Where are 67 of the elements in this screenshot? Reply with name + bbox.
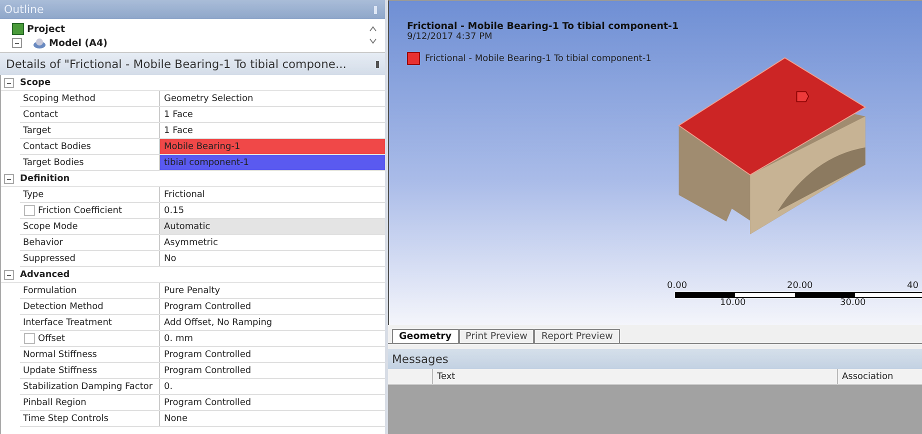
property-value-cell[interactable]: Add Offset, No Ramping	[160, 315, 385, 330]
property-value-cell[interactable]: Pure Penalty	[160, 283, 385, 298]
group-header: Scope	[20, 78, 51, 88]
outline-title-bar: Outline	[0, 0, 385, 19]
messages-title-bar: Messages	[388, 349, 922, 369]
property-name-cell: Contact	[20, 107, 160, 122]
viewport-date: 9/12/2017 4:37 PM	[407, 32, 494, 42]
property-name-cell: Detection Method	[20, 299, 160, 314]
group-header: Definition	[20, 174, 70, 184]
property-name-cell: Scoping Method	[20, 91, 160, 106]
property-name-cell: Suppressed	[20, 251, 160, 266]
property-value-cell[interactable]: Program Controlled	[160, 299, 385, 314]
model-icon	[33, 38, 46, 48]
project-icon	[12, 23, 24, 35]
property-value-cell[interactable]: None	[160, 411, 385, 426]
tree-item[interactable]: Model (A4)	[49, 38, 108, 48]
property-value-cell[interactable]: Frictional	[160, 187, 385, 202]
property-value-cell[interactable]: 0. mm	[160, 331, 385, 346]
property-name-cell: Interface Treatment	[20, 315, 160, 330]
view-tab[interactable]: Report Preview	[534, 329, 620, 343]
property-value-cell[interactable]: Automatic	[160, 219, 385, 234]
pin-icon[interactable]	[376, 60, 379, 68]
group-header: Advanced	[20, 270, 70, 280]
property-value-cell[interactable]: Mobile Bearing-1	[160, 139, 385, 154]
scale-label: 40	[907, 281, 918, 291]
scale-label: 30.00	[840, 298, 866, 308]
property-value-cell[interactable]: No	[160, 251, 385, 266]
scale-label: 10.00	[720, 298, 746, 308]
property-value-cell[interactable]: Program Controlled	[160, 363, 385, 378]
property-name-cell: Type	[20, 187, 160, 202]
collapse-icon[interactable]	[4, 78, 14, 88]
column-header[interactable]: Text	[433, 369, 838, 384]
parameter-checkbox[interactable]	[24, 333, 35, 344]
property-name-cell: Normal Stiffness	[20, 347, 160, 362]
property-name-cell: Pinball Region	[20, 395, 160, 410]
property-value-cell[interactable]: 0.15	[160, 203, 385, 218]
scroll-arrows-icon[interactable]	[369, 24, 377, 46]
collapse-icon[interactable]	[4, 270, 14, 280]
details-title: Details of "Frictional - Mobile Bearing-1 To tibial compone...	[6, 57, 346, 71]
parameter-checkbox[interactable]	[24, 205, 35, 216]
collapse-icon[interactable]	[4, 174, 14, 184]
property-value-cell[interactable]: Program Controlled	[160, 347, 385, 362]
property-value-cell[interactable]: Asymmetric	[160, 235, 385, 250]
property-value-cell[interactable]: 0.	[160, 379, 385, 394]
property-name-cell: Time Step Controls	[20, 411, 160, 426]
property-value-cell[interactable]: Geometry Selection	[160, 91, 385, 106]
view-tab[interactable]: Print Preview	[458, 329, 534, 343]
collapse-icon[interactable]	[12, 38, 22, 48]
property-name-cell: Behavior	[20, 235, 160, 250]
viewport-title: Frictional - Mobile Bearing-1 To tibial component-1	[407, 21, 680, 32]
property-value-cell[interactable]: Program Controlled	[160, 395, 385, 410]
property-name-cell: Friction Coefficient	[20, 203, 160, 218]
property-value-cell[interactable]: 1 Face	[160, 123, 385, 138]
tree-item[interactable]: Project	[27, 24, 66, 34]
column-header[interactable]: Association	[838, 369, 922, 384]
property-name-cell: Target	[20, 123, 160, 138]
scale-label: 20.00	[787, 281, 813, 291]
property-name-cell: Offset	[20, 331, 160, 346]
view-tab[interactable]: Geometry	[392, 329, 459, 343]
scale-bar-icon	[675, 292, 922, 298]
graphics-viewport[interactable]: Frictional - Mobile Bearing-1 To tibial component-1 9/12/2017 4:37 PM Frictional - Mobile Bearing-1 To tibial component-1 0.00 20.00 40 10.00 30.00	[388, 0, 922, 325]
property-name-cell: Formulation	[20, 283, 160, 298]
property-name-cell: Update Stiffness	[20, 363, 160, 378]
scale-label: 0.00	[667, 281, 688, 291]
legend-label: Frictional - Mobile Bearing-1 To tibial component-1	[425, 54, 652, 64]
property-value-cell[interactable]: 1 Face	[160, 107, 385, 122]
property-name-cell: Stabilization Damping Factor	[20, 379, 160, 394]
